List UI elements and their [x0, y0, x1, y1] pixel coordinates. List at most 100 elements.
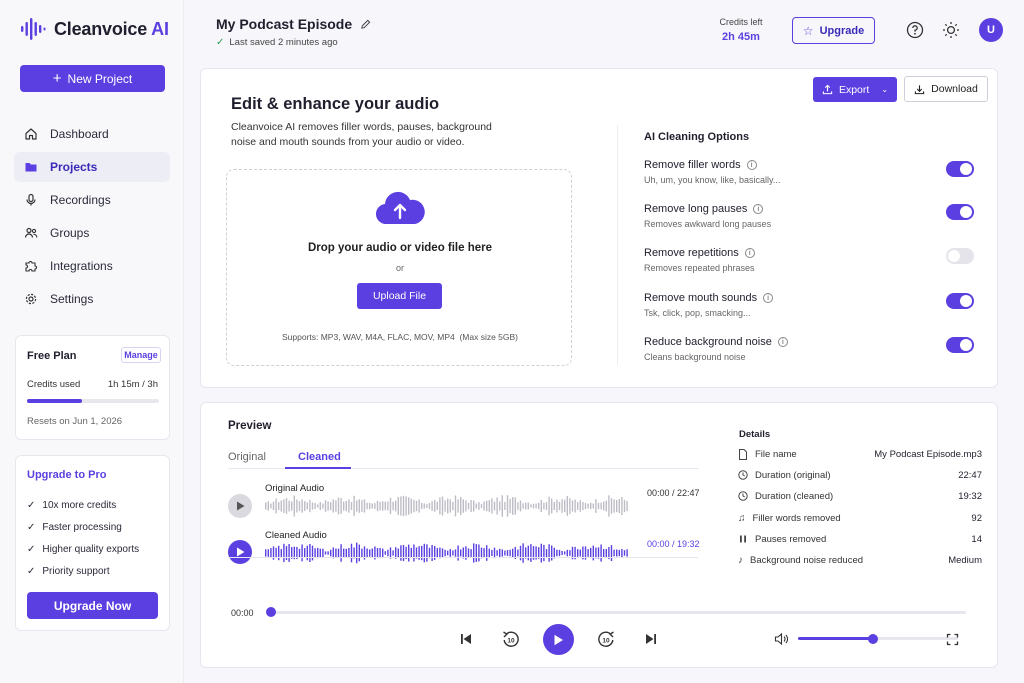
credits-left-label: Credits left [719, 17, 763, 27]
waveform-bar [421, 503, 423, 509]
users-icon [24, 227, 38, 238]
waveform-bar [376, 500, 379, 512]
pencil-icon[interactable] [360, 19, 371, 30]
drop-zone[interactable]: Drop your audio or video file here or Up… [226, 169, 572, 366]
avatar[interactable]: U [979, 18, 1003, 42]
check-icon: ✓ [27, 499, 36, 511]
rewind-10-icon[interactable]: 10 [501, 629, 521, 649]
sun-icon[interactable] [942, 21, 960, 39]
waveform-bar [340, 544, 342, 562]
waveform-bar [566, 496, 568, 516]
upgrade-now-button[interactable]: Upgrade Now [27, 592, 158, 619]
waveform-bar [369, 503, 371, 510]
waveform-bar [595, 499, 597, 513]
waveform-bar [447, 550, 449, 556]
waveform-bar [582, 501, 584, 511]
waveform-bar [462, 499, 464, 513]
waveform-bar [530, 544, 532, 562]
drop-or: or [395, 263, 404, 273]
toggle-background-noise[interactable] [946, 337, 974, 353]
waveform-bar [457, 545, 459, 561]
waveform-bar [543, 544, 545, 562]
upgrade-title: Upgrade to Pro [27, 469, 107, 481]
waveform-bar [298, 501, 301, 511]
toggle-repetitions[interactable] [946, 248, 974, 264]
waveform-bar [491, 498, 493, 514]
waveform-bar [306, 545, 308, 561]
info-icon[interactable]: i [777, 337, 788, 347]
waveform-bar [405, 496, 407, 516]
sidebar: Cleanvoice AI + New Project Dashboard Pr… [0, 0, 184, 683]
original-waveform[interactable] [265, 495, 629, 517]
manage-plan-button[interactable]: Manage [121, 347, 161, 363]
play-cleaned-button[interactable] [228, 540, 252, 564]
sidebar-item-projects[interactable]: Projects [14, 152, 170, 182]
download-button[interactable]: Download [904, 76, 988, 102]
sidebar-item-dashboard[interactable]: Dashboard [14, 119, 170, 149]
new-project-button[interactable]: + New Project [20, 65, 165, 92]
sidebar-item-groups[interactable]: Groups [14, 218, 170, 248]
play-original-button[interactable] [228, 494, 252, 518]
forward-10-icon[interactable]: 10 [596, 629, 616, 649]
waveform-bar [330, 502, 332, 510]
chevron-down-icon: ⌄ [881, 85, 889, 94]
cleaned-waveform[interactable] [265, 542, 629, 564]
volume-thumb[interactable] [868, 633, 879, 644]
volume-icon[interactable] [774, 632, 789, 646]
waveform-bar [592, 545, 594, 561]
waveform-bar [291, 501, 293, 511]
waveform-bar [374, 503, 376, 509]
waveform-bar [608, 495, 610, 517]
waveform-bar [579, 500, 581, 512]
main-play-button[interactable] [543, 624, 574, 655]
sidebar-item-recordings[interactable]: Recordings [14, 185, 170, 215]
upgrade-button[interactable]: ☆ Upgrade [792, 17, 875, 44]
waveform-bar [324, 551, 327, 555]
toggle-long-pauses[interactable] [946, 204, 974, 220]
export-button[interactable]: Export ⌄ [813, 77, 897, 102]
waveform-bar [600, 544, 602, 562]
timeline-track[interactable] [271, 611, 966, 614]
option-filler-words: Remove filler words i Uh, um, you know, l… [644, 159, 781, 185]
skip-back-icon[interactable] [459, 632, 473, 646]
toggle-mouth-sounds[interactable] [946, 293, 974, 309]
logo[interactable]: Cleanvoice AI [20, 18, 169, 40]
waveform-bar [501, 549, 503, 557]
waveform-bar [527, 545, 529, 561]
waveform-bar [330, 549, 332, 557]
waveform-bar [361, 548, 363, 558]
volume-slider[interactable] [798, 633, 958, 644]
waveform-bar [288, 544, 290, 562]
info-icon[interactable]: i [763, 293, 774, 303]
waveform-divider [228, 557, 698, 558]
svg-text:10: 10 [602, 638, 610, 645]
waveform-bar [592, 503, 594, 509]
waveform-bar [504, 501, 506, 510]
timeline-thumb[interactable] [266, 607, 276, 617]
upload-file-button[interactable]: Upload File [357, 283, 442, 309]
fullscreen-icon[interactable] [946, 633, 959, 646]
skip-forward-icon[interactable] [644, 632, 658, 646]
play-icon [554, 634, 563, 645]
sidebar-item-settings[interactable]: Settings [14, 284, 170, 314]
tab-original[interactable]: Original [228, 451, 266, 463]
info-icon[interactable]: i [746, 160, 757, 170]
waveform-bar [496, 550, 498, 556]
toggle-filler-words[interactable] [946, 161, 974, 177]
info-icon[interactable]: i [753, 204, 764, 214]
sidebar-item-integrations[interactable]: Integrations [14, 251, 170, 281]
active-tab-indicator [285, 467, 351, 469]
waveform-bar [431, 501, 433, 511]
info-icon[interactable]: i [744, 248, 755, 258]
waveform-bar [558, 501, 561, 511]
check-icon: ✓ [27, 543, 36, 555]
waveform-bar [478, 544, 480, 562]
help-icon[interactable] [906, 21, 924, 39]
waveform-bar [317, 504, 319, 508]
tab-cleaned[interactable]: Cleaned [298, 451, 341, 463]
home-icon [25, 128, 37, 140]
upgrade-features: ✓ 10x more credits ✓ Faster processing ✓ Hi… [27, 494, 139, 582]
waveform-bar [444, 500, 446, 512]
waveform-bar [571, 500, 574, 512]
detail-background-noise: ♪ Background noise reduced Medium [738, 554, 982, 566]
